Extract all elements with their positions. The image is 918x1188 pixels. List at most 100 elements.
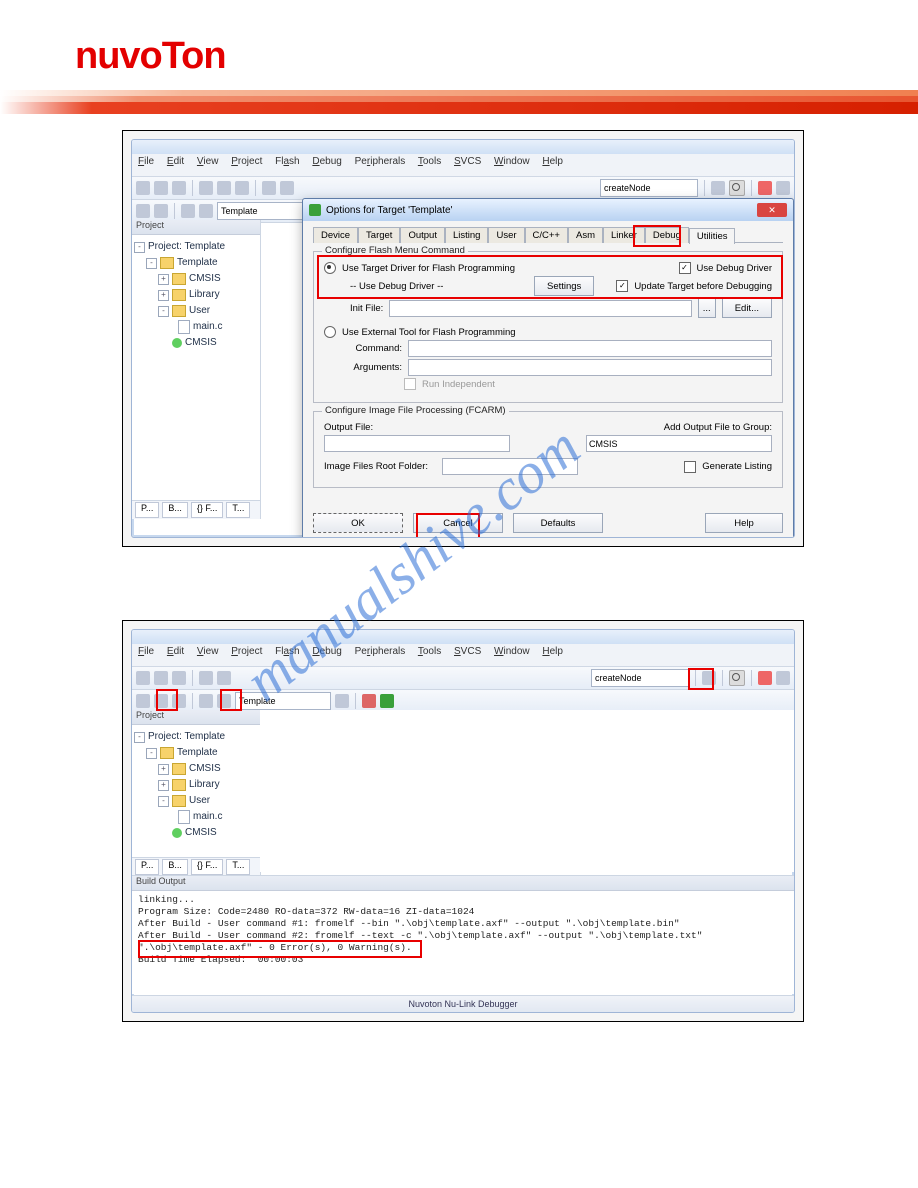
checkbox-use-debug-driver[interactable]: ✓ — [679, 262, 691, 274]
download-icon[interactable] — [181, 204, 195, 218]
tool-icon-a[interactable] — [702, 671, 716, 685]
radio-external-tool[interactable] — [324, 326, 336, 338]
tab-functions[interactable]: {} F... — [191, 859, 224, 875]
tab-target[interactable]: Target — [358, 227, 400, 243]
run-icon[interactable] — [380, 694, 394, 708]
breakpoint-icon[interactable] — [758, 671, 772, 685]
tab-debug[interactable]: Debug — [645, 227, 689, 243]
menu-window[interactable]: Window — [494, 156, 530, 167]
target-select[interactable] — [217, 202, 313, 220]
tab-user[interactable]: User — [488, 227, 524, 243]
cut-icon[interactable] — [199, 671, 213, 685]
menu-svcs[interactable]: SVCS — [454, 156, 481, 167]
tool-icon-b[interactable] — [776, 181, 790, 195]
paste-icon[interactable] — [235, 181, 249, 195]
tab-project[interactable]: P... — [135, 859, 159, 875]
group-cmsis[interactable]: CMSIS — [189, 271, 221, 287]
menu-view[interactable]: View — [197, 156, 219, 167]
init-file-field[interactable] — [389, 300, 692, 317]
cancel-button[interactable]: Cancel — [413, 513, 503, 533]
close-icon[interactable]: ✕ — [757, 203, 787, 217]
menu-help[interactable]: Help — [542, 156, 563, 167]
file-main-c[interactable]: main.c — [193, 809, 222, 825]
menu-debug[interactable]: Debug — [312, 646, 341, 657]
open-icon[interactable] — [154, 671, 168, 685]
collapse-icon[interactable]: - — [146, 258, 157, 269]
group-user[interactable]: User — [189, 793, 210, 809]
rebuild-icon[interactable] — [172, 694, 186, 708]
tool-icon-b[interactable] — [776, 671, 790, 685]
magic-icon[interactable] — [362, 694, 376, 708]
find-input[interactable] — [600, 179, 698, 197]
menu-peripherals[interactable]: Peripherals — [355, 156, 406, 167]
menu-tools[interactable]: Tools — [418, 156, 441, 167]
group-library[interactable]: Library — [189, 777, 220, 793]
file-main-c[interactable]: main.c — [193, 319, 222, 335]
project-root[interactable]: Project: Template — [148, 239, 225, 255]
tab-output[interactable]: Output — [400, 227, 445, 243]
collapse-icon[interactable]: - — [134, 242, 145, 253]
tab-listing[interactable]: Listing — [445, 227, 488, 243]
command-field[interactable] — [408, 340, 772, 357]
tab-utilities[interactable]: Utilities — [689, 228, 736, 244]
checkbox-update-target[interactable]: ✓ — [616, 280, 628, 292]
redo-icon[interactable] — [280, 181, 294, 195]
new-file-icon[interactable] — [136, 671, 150, 685]
menu-window[interactable]: Window — [494, 646, 530, 657]
menu-file[interactable]: File — [138, 156, 154, 167]
menu-view[interactable]: View — [197, 646, 219, 657]
group-user[interactable]: User — [189, 303, 210, 319]
menu-peripherals[interactable]: Peripherals — [355, 646, 406, 657]
options-icon[interactable] — [199, 204, 213, 218]
project-tree[interactable]: -Project: Template -Template +CMSIS +Lib… — [132, 235, 260, 355]
collapse-icon[interactable]: - — [158, 306, 169, 317]
save-icon[interactable] — [172, 671, 186, 685]
tab-templates[interactable]: T... — [226, 502, 250, 518]
new-file-icon[interactable] — [136, 181, 150, 195]
comp-cmsis[interactable]: CMSIS — [185, 825, 217, 841]
tab-project[interactable]: P... — [135, 502, 159, 518]
menu-debug[interactable]: Debug — [312, 156, 341, 167]
menu-tools[interactable]: Tools — [418, 646, 441, 657]
menu-project[interactable]: Project — [231, 646, 262, 657]
comp-cmsis[interactable]: CMSIS — [185, 335, 217, 351]
checkbox-generate-listing[interactable] — [684, 461, 696, 473]
rebuild-icon[interactable] — [154, 204, 168, 218]
copy-icon[interactable] — [217, 181, 231, 195]
tab-linker[interactable]: Linker — [603, 227, 645, 243]
collapse-icon[interactable]: - — [146, 748, 157, 759]
undo-icon[interactable] — [262, 181, 276, 195]
arguments-field[interactable] — [408, 359, 772, 376]
menu-edit[interactable]: Edit — [167, 156, 184, 167]
build-icon[interactable] — [154, 694, 168, 708]
project-tabs[interactable]: P... B... {} F... T... — [132, 857, 260, 876]
menu-bar[interactable]: File Edit View Project Flash Debug Perip… — [132, 154, 794, 177]
target-node[interactable]: Template — [177, 255, 218, 271]
menu-project[interactable]: Project — [231, 156, 262, 167]
chevron-down-icon[interactable] — [335, 694, 349, 708]
defaults-button[interactable]: Defaults — [513, 513, 603, 533]
copy-icon[interactable] — [217, 671, 231, 685]
group-library[interactable]: Library — [189, 287, 220, 303]
help-button[interactable]: Help — [705, 513, 783, 533]
tab-cpp[interactable]: C/C++ — [525, 227, 568, 243]
menu-edit[interactable]: Edit — [167, 646, 184, 657]
menu-file[interactable]: File — [138, 646, 154, 657]
dialog-tabs[interactable]: Device Target Output Listing User C/C++ … — [313, 227, 783, 243]
expand-icon[interactable]: + — [158, 764, 169, 775]
radio-target-driver[interactable] — [324, 262, 336, 274]
cut-icon[interactable] — [199, 181, 213, 195]
menu-bar[interactable]: File Edit View Project Flash Debug Perip… — [132, 644, 794, 667]
project-root[interactable]: Project: Template — [148, 729, 225, 745]
target-select[interactable] — [235, 692, 331, 710]
expand-icon[interactable]: + — [158, 290, 169, 301]
group-cmsis[interactable]: CMSIS — [189, 761, 221, 777]
breakpoint-icon[interactable] — [758, 181, 772, 195]
target-node[interactable]: Template — [177, 745, 218, 761]
tab-books[interactable]: B... — [162, 859, 188, 875]
tab-device[interactable]: Device — [313, 227, 358, 243]
tab-templates[interactable]: T... — [226, 859, 250, 875]
debug-icon[interactable] — [729, 180, 745, 196]
debug-icon[interactable] — [729, 670, 745, 686]
menu-svcs[interactable]: SVCS — [454, 646, 481, 657]
